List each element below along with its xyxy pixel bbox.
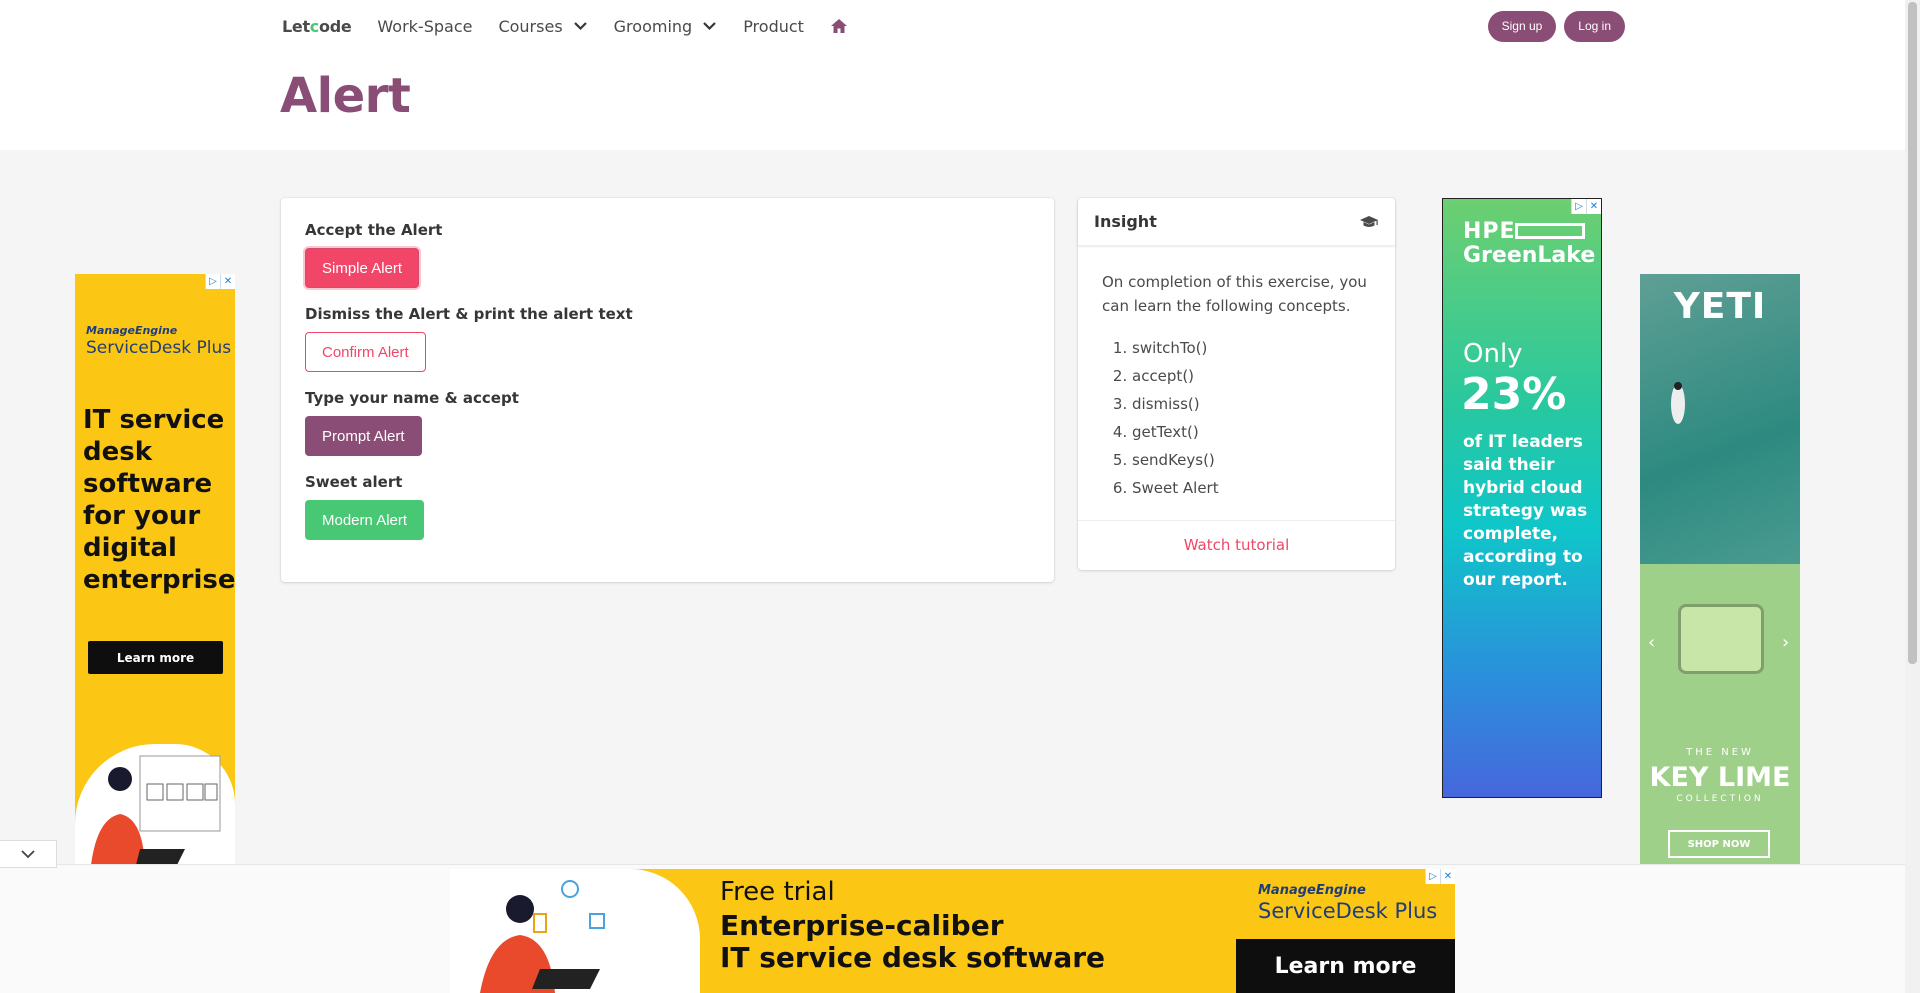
insight-intro: On completion of this exercise, you can … <box>1102 273 1367 315</box>
insight-card: Insight On completion of this exercise, … <box>1078 198 1395 570</box>
nav-label: Grooming <box>613 16 693 36</box>
confirm-alert-button[interactable]: Confirm Alert <box>305 332 426 372</box>
ad-logo-greenlake: GreenLake <box>1463 243 1596 268</box>
navbar: Letcode Work-Space Courses Grooming Prod… <box>282 0 1625 52</box>
signup-button[interactable]: Sign up <box>1487 10 1557 42</box>
cooler-bag-image <box>1678 604 1764 674</box>
insight-body: On completion of this exercise, you can … <box>1078 246 1395 520</box>
nav-item-courses[interactable]: Courses <box>498 17 587 36</box>
ad-percent: 23% <box>1461 369 1567 420</box>
concepts-list: switchTo() accept() dismiss() getText() … <box>1102 334 1371 502</box>
ad-yeti-logo: YETI <box>1673 286 1767 327</box>
nav-auth-buttons: Sign up Log in <box>1487 10 1625 42</box>
brand-text-c: c <box>309 16 319 36</box>
chevron-down-icon <box>21 850 35 859</box>
nav-item-grooming[interactable]: Grooming <box>614 17 718 36</box>
ad-yeti[interactable]: YETI ‹ › THE NEW KEY LIME COLLECTION SHO… <box>1640 274 1800 874</box>
list-item: accept() <box>1132 362 1371 390</box>
brand-text-o: o <box>318 16 330 36</box>
page-title: Alert <box>280 68 411 124</box>
ad-product: ServiceDesk Plus <box>86 338 232 358</box>
ad-logo-hpe: HPE <box>1463 219 1516 244</box>
chevron-right-icon[interactable]: › <box>1782 632 1789 653</box>
ad-info-icon[interactable]: ▷ <box>205 274 220 289</box>
nav-item-workspace[interactable]: Work-Space <box>377 17 472 36</box>
person-laptop-illustration <box>480 880 605 993</box>
prompt-alert-button[interactable]: Prompt Alert <box>305 416 422 456</box>
ad-product: ServiceDesk Plus <box>1258 899 1438 923</box>
ad-collection-name: KEY LIME <box>1649 762 1791 793</box>
chevron-down-icon <box>703 22 716 31</box>
ad-bottom-servicedesk[interactable]: ▷ ✕ Free trial Enterprise-caliber IT serv… <box>450 869 1455 993</box>
person-laptop-illustration <box>90 755 221 874</box>
ad-learn-more-button[interactable]: Learn more <box>88 641 223 674</box>
scrollbar-thumb[interactable] <box>1908 2 1917 664</box>
confirm-alert-label: Dismiss the Alert & print the alert text <box>305 305 633 323</box>
ad-line-2: Enterprise-caliber <box>720 909 1004 942</box>
hpe-element-logo <box>1515 223 1585 239</box>
nav-item-product[interactable]: Product <box>743 17 804 36</box>
ad-info-icon[interactable]: ▷ <box>1571 199 1586 214</box>
chevron-left-icon[interactable]: ‹ <box>1648 632 1655 653</box>
ad-info-icon[interactable]: ▷ <box>1425 869 1440 884</box>
simple-alert-label: Accept the Alert <box>305 221 443 239</box>
ad-line-1: Free trial <box>720 877 835 907</box>
ad-hpe-greenlake[interactable]: ▷ ✕ HPE GreenLake Only 23% of IT leaders … <box>1442 198 1602 798</box>
ad-brand: ManageEngine <box>1258 883 1366 898</box>
nav-label: Product <box>743 16 804 36</box>
graduation-cap-icon <box>1360 215 1378 227</box>
modern-alert-label: Sweet alert <box>305 473 403 491</box>
brand-logo[interactable]: Letcode <box>282 16 352 36</box>
brand-text-let: Let <box>282 16 310 36</box>
list-item: getText() <box>1132 418 1371 446</box>
alerts-card: Accept the Alert Simple Alert Dismiss th… <box>281 198 1054 582</box>
list-item: switchTo() <box>1132 334 1371 362</box>
prompt-alert-label: Type your name & accept <box>305 389 519 407</box>
ad-headline: IT service desk software for your digita… <box>83 405 235 595</box>
nav-label: Work-Space <box>377 16 473 36</box>
insight-title: Insight <box>1094 212 1157 231</box>
ad-choices[interactable]: ▷ ✕ <box>205 274 235 289</box>
list-item: Sweet Alert <box>1132 474 1371 502</box>
nav-label: Courses <box>498 16 563 36</box>
close-icon[interactable]: ✕ <box>1586 199 1601 214</box>
insight-footer: Watch tutorial <box>1078 520 1395 568</box>
ad-illustration <box>75 744 235 874</box>
ad-the-new: THE NEW <box>1686 747 1754 758</box>
ad-line-3: IT service desk software <box>720 941 1106 974</box>
home-icon <box>830 19 847 33</box>
ad-choices[interactable]: ▷ ✕ <box>1425 869 1455 884</box>
brand-text-de: de <box>329 16 352 36</box>
modern-alert-button[interactable]: Modern Alert <box>305 500 425 540</box>
chevron-down-icon <box>573 22 587 31</box>
ad-brand: ManageEngine <box>86 324 178 337</box>
ad-illustration <box>450 869 700 993</box>
ad-left-servicedesk[interactable]: ▷ ✕ ManageEngine ServiceDesk Plus IT serv… <box>75 274 235 874</box>
ad-collection: COLLECTION <box>1676 794 1764 804</box>
ad-learn-more-button[interactable]: Learn more <box>1236 939 1455 993</box>
bottom-ad-collapse-button[interactable] <box>0 840 57 868</box>
ad-shop-now-button[interactable]: SHOP NOW <box>1668 830 1770 858</box>
watch-tutorial-link[interactable]: Watch tutorial <box>1184 536 1290 554</box>
close-icon[interactable]: ✕ <box>220 274 235 289</box>
close-icon[interactable]: ✕ <box>1440 869 1455 884</box>
login-button[interactable]: Log in <box>1564 10 1625 42</box>
simple-alert-button[interactable]: Simple Alert <box>305 248 420 288</box>
list-item: sendKeys() <box>1132 446 1371 474</box>
nav-item-home[interactable] <box>830 18 848 34</box>
insight-header: Insight <box>1078 198 1395 246</box>
ad-choices[interactable]: ▷ ✕ <box>1571 199 1601 214</box>
ad-only-text: Only <box>1463 339 1523 369</box>
ad-body-text: of IT leaders said their hybrid cloud st… <box>1463 432 1588 590</box>
list-item: dismiss() <box>1132 390 1371 418</box>
